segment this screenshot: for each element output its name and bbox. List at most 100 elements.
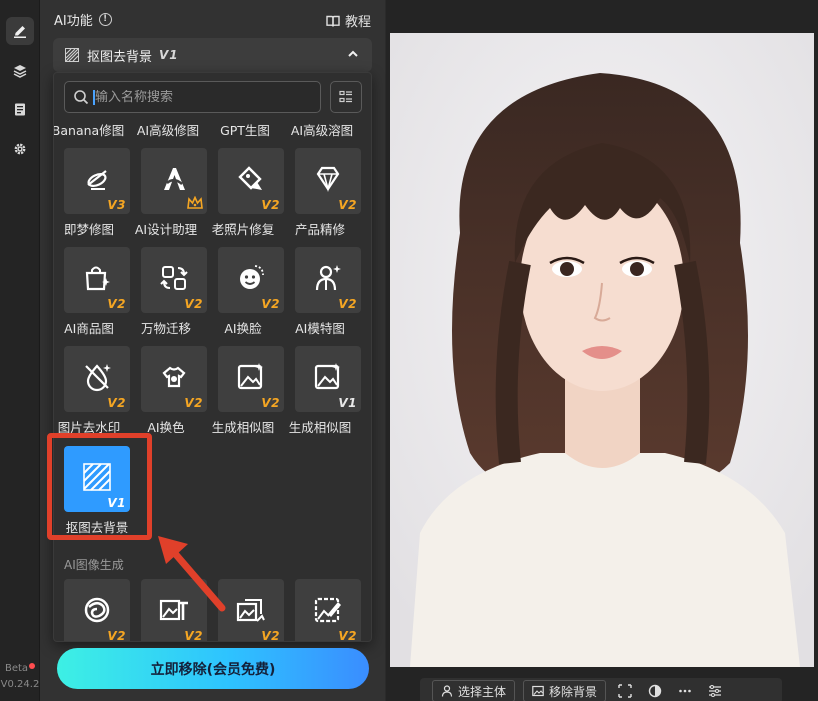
version-tag: V3 bbox=[107, 198, 126, 212]
tutorial-label: 教程 bbox=[344, 15, 371, 30]
remove-background-button[interactable]: 移除背景 bbox=[523, 680, 607, 701]
select-subject-button[interactable]: 选择主体 bbox=[432, 680, 516, 701]
version-tag: V2 bbox=[184, 396, 203, 410]
similar-image-icon bbox=[237, 363, 263, 390]
version-tag: V2 bbox=[261, 629, 280, 642]
version-tag: V2 bbox=[107, 629, 126, 642]
version-tag: V2 bbox=[338, 198, 357, 212]
crop-icon[interactable] bbox=[614, 680, 636, 701]
beta-label: Beta bbox=[0, 663, 40, 674]
image-icon bbox=[532, 685, 544, 697]
tool-label[interactable]: AI模特图 bbox=[281, 318, 359, 337]
info-icon[interactable]: ! bbox=[98, 12, 112, 26]
photo-repair-icon bbox=[238, 166, 262, 190]
left-rail: Beta V0.24.2 bbox=[0, 0, 40, 701]
section-title: AI图像生成 bbox=[64, 558, 124, 572]
notification-dot bbox=[29, 663, 36, 669]
gen-tool-tile[interactable]: V2 bbox=[295, 579, 361, 641]
tool-label-banana[interactable]: Banana修图 bbox=[54, 120, 127, 139]
clipboard-icon[interactable] bbox=[6, 95, 34, 123]
adjust-icon[interactable] bbox=[704, 680, 726, 701]
shopping-bag-icon bbox=[85, 266, 110, 291]
person-icon bbox=[441, 685, 453, 697]
tool-tile-face-swap[interactable]: V2 bbox=[218, 247, 284, 313]
swirl-icon bbox=[84, 597, 110, 623]
select-subject-label: 选择主体 bbox=[458, 684, 507, 699]
edit-icon[interactable] bbox=[6, 17, 34, 45]
app-window: Beta V0.24.2 AI功能 ! 教程 抠图去背景 V1 输入名称搜索 B… bbox=[0, 0, 818, 701]
model-icon bbox=[315, 265, 341, 291]
tool-tile-product-refine[interactable]: V2 bbox=[295, 148, 361, 214]
gear-icon[interactable] bbox=[6, 135, 34, 163]
ai-design-icon bbox=[164, 168, 185, 190]
version-label: V0.24.2 bbox=[0, 679, 40, 690]
text-cursor bbox=[93, 90, 95, 105]
tool-label[interactable]: 老照片修复 bbox=[204, 219, 282, 238]
portrait-image bbox=[390, 33, 814, 667]
version-tag: V2 bbox=[107, 297, 126, 311]
tool-tile-ai-design[interactable] bbox=[141, 148, 207, 214]
pointer-arrow-icon bbox=[158, 536, 226, 612]
tool-tile-ai-recolor[interactable]: V2 bbox=[141, 346, 207, 412]
remove-now-button[interactable]: 立即移除(会员免费) bbox=[57, 648, 369, 689]
tool-tile-similar-image-v1[interactable]: V1 bbox=[295, 346, 361, 412]
tool-label[interactable]: 生成相似图 bbox=[204, 417, 282, 436]
tool-label[interactable]: AI设计助理 bbox=[127, 219, 205, 238]
gen-tool-tile[interactable]: V2 bbox=[64, 579, 130, 642]
search-box[interactable] bbox=[64, 81, 321, 113]
tool-label[interactable]: 产品精修 bbox=[281, 219, 359, 238]
image-convert-icon bbox=[236, 599, 265, 622]
jimeng-icon bbox=[87, 170, 107, 190]
remove-background-label: 移除背景 bbox=[549, 684, 598, 699]
current-tool-dropdown[interactable]: 抠图去背景 V1 bbox=[53, 38, 372, 72]
canvas-area[interactable]: 选择主体 移除背景 bbox=[386, 0, 818, 701]
panel-title: AI功能 bbox=[54, 13, 93, 29]
version-tag: V2 bbox=[261, 297, 280, 311]
version-tag: V2 bbox=[184, 297, 203, 311]
list-view-button[interactable] bbox=[330, 81, 362, 113]
diamond-icon bbox=[316, 166, 340, 193]
tool-label[interactable]: 万物迁移 bbox=[127, 318, 205, 337]
tool-tile-ai-model[interactable]: V2 bbox=[295, 247, 361, 313]
face-swap-icon bbox=[240, 265, 264, 289]
version-tag: V2 bbox=[338, 297, 357, 311]
tool-label-ai-advanced-blend[interactable]: AI高级溶图 bbox=[283, 120, 361, 139]
search-input[interactable] bbox=[95, 89, 315, 105]
tool-tile-transfer[interactable]: V2 bbox=[141, 247, 207, 313]
version-tag: V2 bbox=[107, 396, 126, 410]
tool-label-ai-advanced-edit[interactable]: AI高级修图 bbox=[129, 120, 207, 139]
tool-label[interactable]: 生成相似图 bbox=[281, 417, 359, 436]
version-tag: V2 bbox=[184, 629, 203, 642]
tool-tile-ai-product[interactable]: V2 bbox=[64, 247, 130, 313]
tool-tile-photo-repair[interactable]: V2 bbox=[218, 148, 284, 214]
tool-label[interactable]: 即梦修图 bbox=[54, 219, 128, 238]
canvas-toolbar: 选择主体 移除背景 bbox=[420, 678, 782, 701]
contrast-icon[interactable] bbox=[644, 680, 666, 701]
tool-tile-jimeng[interactable]: V3 bbox=[64, 148, 130, 214]
current-tool-version: V1 bbox=[159, 48, 179, 62]
similar-image-icon bbox=[314, 363, 340, 390]
tool-label[interactable]: AI换脸 bbox=[204, 318, 282, 337]
cutout-icon bbox=[65, 48, 79, 62]
crown-icon bbox=[187, 196, 203, 209]
tool-label-gpt[interactable]: GPT生图 bbox=[206, 120, 284, 139]
palette-icon bbox=[162, 366, 186, 388]
tutorial-button[interactable]: 教程 bbox=[326, 11, 371, 30]
book-icon bbox=[326, 15, 340, 27]
image-edit-icon bbox=[314, 597, 341, 623]
layers-icon[interactable] bbox=[6, 57, 34, 85]
watermark-remove-icon bbox=[85, 364, 111, 392]
tool-tile-watermark-remove[interactable]: V2 bbox=[64, 346, 130, 412]
transfer-icon bbox=[160, 266, 188, 290]
version-tag: V1 bbox=[338, 396, 357, 410]
version-tag: V2 bbox=[261, 396, 280, 410]
tool-tile-similar-image-v2[interactable]: V2 bbox=[218, 346, 284, 412]
portrait-photo bbox=[390, 33, 814, 667]
panel-header: AI功能 ! 教程 bbox=[40, 0, 385, 38]
more-icon[interactable] bbox=[674, 680, 696, 701]
list-view-icon bbox=[339, 90, 352, 103]
search-icon bbox=[74, 90, 89, 105]
tool-label[interactable]: AI商品图 bbox=[54, 318, 128, 337]
current-tool-name: 抠图去背景 bbox=[87, 49, 153, 65]
highlight-box bbox=[47, 433, 152, 540]
